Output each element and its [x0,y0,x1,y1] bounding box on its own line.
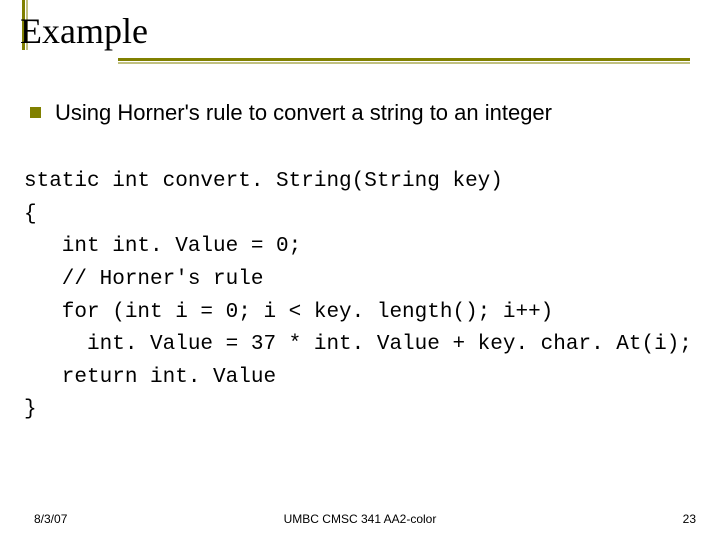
code-line: return int. Value [24,366,276,389]
title-underline [118,58,690,61]
code-line: { [24,203,37,226]
footer-course: UMBC CMSC 341 AA2-color [0,512,720,526]
title-underline-shadow [118,62,690,64]
code-line: for (int i = 0; i < key. length(); i++) [24,301,553,324]
code-line: // Horner's rule [24,268,263,291]
slide-title: Example [20,10,690,52]
code-line: static int convert. String(String key) [24,170,503,193]
code-block: static int convert. String(String key) {… [24,166,690,426]
bullet-text: Using Horner's rule to convert a string … [55,100,552,126]
code-line: int. Value = 37 * int. Value + key. char… [24,333,692,356]
bullet-item: Using Horner's rule to convert a string … [30,100,690,126]
slide: Example Using Horner's rule to convert a… [0,0,720,540]
code-line: int int. Value = 0; [24,235,301,258]
footer-page-number: 23 [683,512,696,526]
code-line: } [24,398,37,421]
title-block: Example [20,10,690,64]
slide-body: Using Horner's rule to convert a string … [30,100,690,427]
footer: 8/3/07 UMBC CMSC 341 AA2-color 23 [0,506,720,526]
square-bullet-icon [30,107,41,118]
